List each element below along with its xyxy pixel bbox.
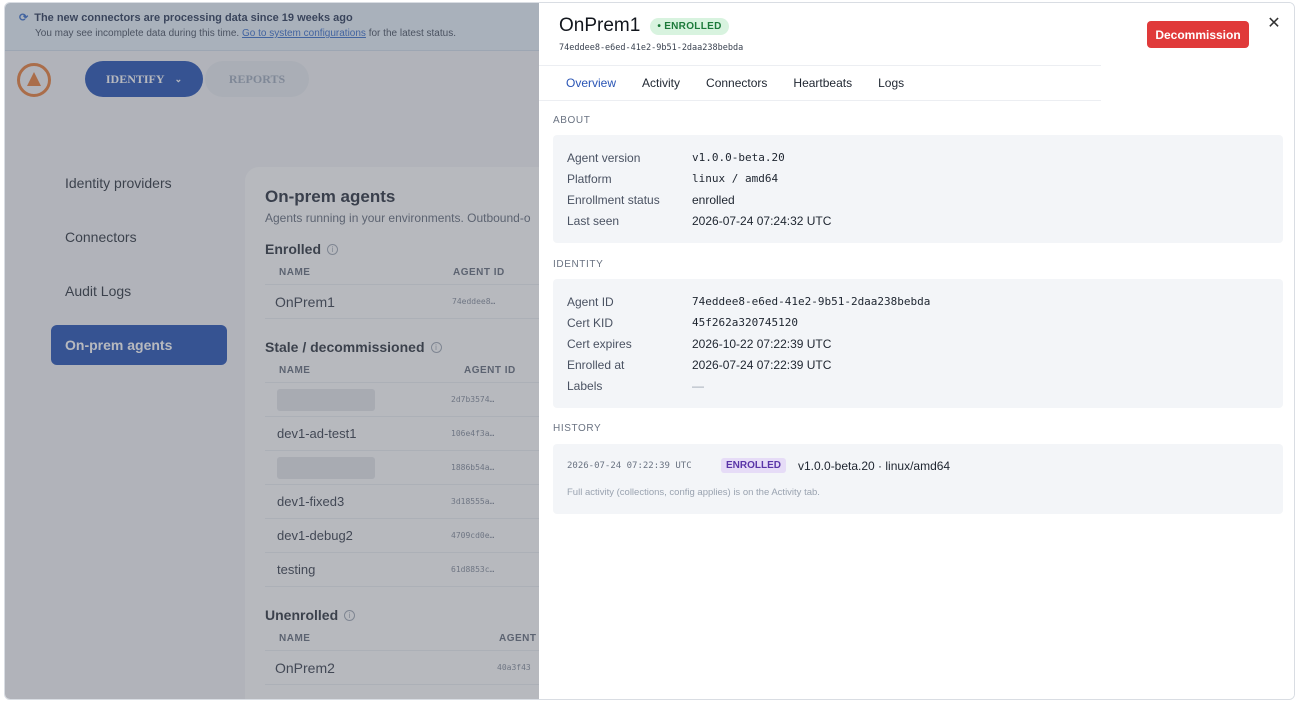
agent-detail-drawer: OnPrem1 • ENROLLED 74eddee8-e6ed-41e2-9b…: [539, 3, 1294, 699]
kv-key: Cert expires: [567, 336, 632, 351]
kv-row: Agent version v1.0.0-beta.20: [567, 147, 1269, 168]
app-window: ⟳ The new connectors are processing data …: [4, 2, 1295, 700]
tab-overview[interactable]: Overview: [561, 66, 629, 100]
identity-panel: Agent ID 74eddee8-e6ed-41e2-9b51-2daa238b…: [553, 279, 1283, 408]
kv-value: 45f262a320745120: [692, 316, 798, 329]
kv-row: Enrollment status enrolled: [567, 189, 1269, 210]
tab-connectors[interactable]: Connectors: [693, 66, 780, 100]
kv-key: Last seen: [567, 213, 620, 228]
kv-value: 2026-07-24 07:24:32 UTC: [692, 213, 832, 228]
status-badge: • ENROLLED: [650, 17, 729, 35]
modal-backdrop[interactable]: [5, 3, 539, 699]
kv-key: Agent ID: [567, 294, 614, 309]
decommission-button[interactable]: Decommission: [1147, 21, 1249, 48]
tab-heartbeats[interactable]: Heartbeats: [780, 66, 865, 100]
history-entry: 2026-07-24 07:22:39 UTC ENROLLED v1.0.0-…: [567, 458, 1269, 473]
kv-value: 2026-07-24 07:22:39 UTC: [692, 357, 832, 372]
kv-key: Platform: [567, 171, 612, 186]
kv-row: Enrolled at 2026-07-24 07:22:39 UTC: [567, 354, 1269, 375]
history-detail: v1.0.0-beta.20 · linux/amd64: [798, 458, 951, 473]
kv-key: Enrolled at: [567, 357, 625, 372]
kv-key: Cert KID: [567, 315, 614, 330]
tab-activity[interactable]: Activity: [629, 66, 693, 100]
drawer-header: OnPrem1 • ENROLLED: [559, 15, 729, 37]
kv-value: v1.0.0-beta.20: [692, 151, 785, 164]
agent-id-subtitle: 74eddee8-e6ed-41e2-9b51-2daa238bebda: [559, 43, 744, 53]
about-panel: Agent version v1.0.0-beta.20 Platform linu…: [553, 135, 1283, 243]
history-section-label: HISTORY: [553, 423, 602, 434]
history-timestamp: 2026-07-24 07:22:39 UTC: [567, 460, 692, 471]
kv-value: 74eddee8-e6ed-41e2-9b51-2daa238bebda: [692, 295, 931, 308]
history-note: Full activity (collections, config appli…: [567, 487, 820, 498]
kv-value: enrolled: [692, 192, 735, 207]
drawer-tabs: Overview Activity Connectors Heartbeats …: [539, 65, 1101, 101]
close-icon[interactable]: ✕: [1264, 13, 1284, 33]
history-event-badge: ENROLLED: [721, 458, 786, 473]
kv-value: —: [692, 378, 704, 393]
kv-row: Cert expires 2026-10-22 07:22:39 UTC: [567, 333, 1269, 354]
kv-value: linux / amd64: [692, 172, 779, 185]
kv-value: 2026-10-22 07:22:39 UTC: [692, 336, 832, 351]
kv-key: Labels: [567, 378, 603, 393]
identity-section-label: IDENTITY: [553, 259, 604, 270]
kv-row: Last seen 2026-07-24 07:24:32 UTC: [567, 210, 1269, 231]
kv-row: Labels —: [567, 375, 1269, 396]
about-section-label: ABOUT: [553, 115, 591, 126]
history-panel: 2026-07-24 07:22:39 UTC ENROLLED v1.0.0-…: [553, 444, 1283, 514]
kv-key: Enrollment status: [567, 192, 660, 207]
kv-row: Agent ID 74eddee8-e6ed-41e2-9b51-2daa238b…: [567, 291, 1269, 312]
agent-name-title: OnPrem1: [559, 15, 641, 36]
kv-row: Cert KID 45f262a320745120: [567, 312, 1269, 333]
tab-logs[interactable]: Logs: [865, 66, 917, 100]
kv-key: Agent version: [567, 150, 641, 165]
kv-row: Platform linux / amd64: [567, 168, 1269, 189]
